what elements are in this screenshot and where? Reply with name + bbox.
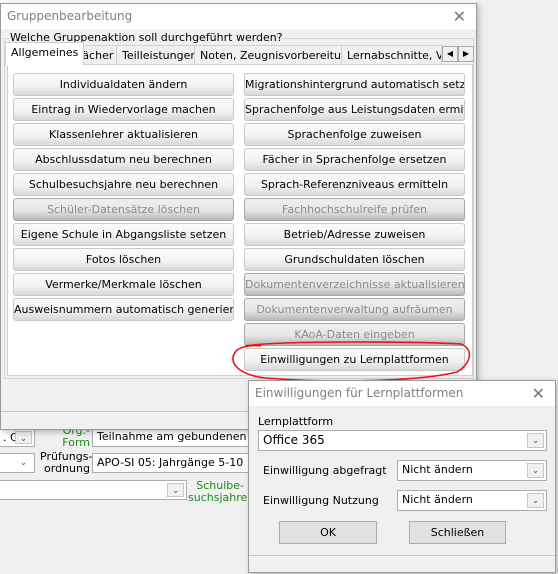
- title-bar: Einwilligungen für Lernplattformen ✕: [249, 381, 555, 406]
- left-action-button[interactable]: Vermerke/Merkmale löschen: [13, 273, 234, 296]
- orgform-field[interactable]: Teilnahme am gebundenen Ganz: [92, 427, 252, 447]
- tab-noten[interactable]: Noten, Zeugnisvorbereitung: [194, 45, 361, 65]
- dialog-title: Gruppenbearbeitung: [7, 9, 133, 23]
- chevron-down-icon[interactable]: ⌄: [527, 433, 544, 448]
- dialog-title: Einwilligungen für Lernplattformen: [255, 386, 464, 400]
- chevron-down-icon[interactable]: ⌄: [167, 483, 184, 497]
- background-combo-1[interactable]: . Q. ⌄: [0, 428, 35, 447]
- chevron-down-icon[interactable]: ⌄: [15, 456, 32, 470]
- right-action-button[interactable]: Sprachenfolge aus Leistungsdaten ermitte…: [244, 98, 465, 121]
- right-action-button[interactable]: Sprach-Referenzniveaus ermitteln: [244, 173, 465, 196]
- einwilligung-nutzung-select[interactable]: Nicht ändern ⌄: [397, 490, 547, 511]
- right-action-button[interactable]: Grundschuldaten löschen: [244, 248, 465, 271]
- tab-page-allgemeines: Individualdaten ändern Eintrag in Wiederv…: [7, 64, 473, 376]
- right-action-button: Dokumentenverzeichnisse aktualisieren: [244, 273, 465, 296]
- left-action-button[interactable]: Eintrag in Wiedervorlage machen: [13, 98, 234, 121]
- background-combo-3[interactable]: ⌄: [0, 480, 187, 500]
- tab-allgemeines[interactable]: Allgemeines: [5, 42, 85, 65]
- left-action-button: Schüler-Datensätze löschen: [13, 198, 234, 221]
- einwilligung-abgefragt-label: Einwilligung abgefragt: [263, 464, 387, 477]
- close-icon[interactable]: ✕: [532, 384, 545, 403]
- background-combo-2[interactable]: ⌄: [0, 453, 35, 473]
- einwilligung-abgefragt-select[interactable]: Nicht ändern ⌄: [397, 460, 547, 481]
- close-icon[interactable]: ✕: [453, 7, 466, 26]
- chevron-down-icon[interactable]: ⌄: [527, 463, 544, 478]
- einwilligung-nutzung-label: Einwilligung Nutzung: [263, 494, 379, 507]
- right-action-button[interactable]: Fächer in Sprachenfolge ersetzen: [244, 148, 465, 171]
- tab-scroll-right-icon[interactable]: ▶: [458, 46, 474, 62]
- schliessen-button[interactable]: Schließen: [409, 521, 506, 544]
- schulbesuchsjahre-label: Schulbe-suchsjahre: [188, 479, 248, 504]
- left-action-button[interactable]: Ausweisnummern automatisch generieren: [13, 298, 234, 321]
- ok-button[interactable]: OK: [279, 521, 377, 544]
- einwilligung-nutzung-value: Nicht ändern: [402, 493, 473, 506]
- lernplattform-select[interactable]: Office 365 ⌄: [258, 430, 547, 451]
- einwilligung-abgefragt-value: Nicht ändern: [402, 463, 473, 476]
- status-bar: [249, 555, 555, 556]
- einwilligungen-dialog: Einwilligungen für Lernplattformen ✕ Ler…: [248, 380, 556, 573]
- highlight-stroke: [232, 341, 471, 382]
- right-action-button: Dokumentenverwaltung aufräumen: [244, 298, 465, 321]
- lernplattform-label: Lernplattform: [258, 415, 334, 428]
- title-bar: Gruppenbearbeitung ✕: [1, 4, 476, 29]
- lernplattform-value: Office 365: [263, 433, 325, 447]
- chevron-down-icon[interactable]: ⌄: [527, 493, 544, 508]
- right-action-button[interactable]: Sprachenfolge zuweisen: [244, 123, 465, 146]
- right-action-button[interactable]: Betrieb/Adresse zuweisen: [244, 223, 465, 246]
- tab-teilleistungen[interactable]: Teilleistungen: [116, 45, 204, 65]
- chevron-down-icon[interactable]: ⌄: [15, 431, 32, 444]
- right-action-button: Fachhochschulreife prüfen: [244, 198, 465, 221]
- left-action-button[interactable]: Fotos löschen: [13, 248, 234, 271]
- tab-scroll-left-icon[interactable]: ◀: [442, 46, 458, 62]
- left-action-button[interactable]: Individualdaten ändern: [13, 73, 234, 96]
- left-action-button[interactable]: Klassenlehrer aktualisieren: [13, 123, 234, 146]
- left-action-button[interactable]: Abschlussdatum neu berechnen: [13, 148, 234, 171]
- pruefungsordnung-label: Prüfungs-ordnung: [40, 450, 93, 475]
- right-action-button[interactable]: Migrationshintergrund automatisch setzen: [244, 73, 465, 96]
- left-action-button[interactable]: Schulbesuchsjahre neu berechnen: [13, 173, 234, 196]
- red-highlight-ellipse: [232, 341, 471, 382]
- pruefungsordnung-field[interactable]: APO-SI 05: Jahrgänge 5-10: [92, 453, 252, 473]
- left-action-button[interactable]: Eigene Schule in Abgangsliste setzen: [13, 223, 234, 246]
- tab-lernabschnitte[interactable]: Lernabschnitte, Ver: [341, 45, 442, 65]
